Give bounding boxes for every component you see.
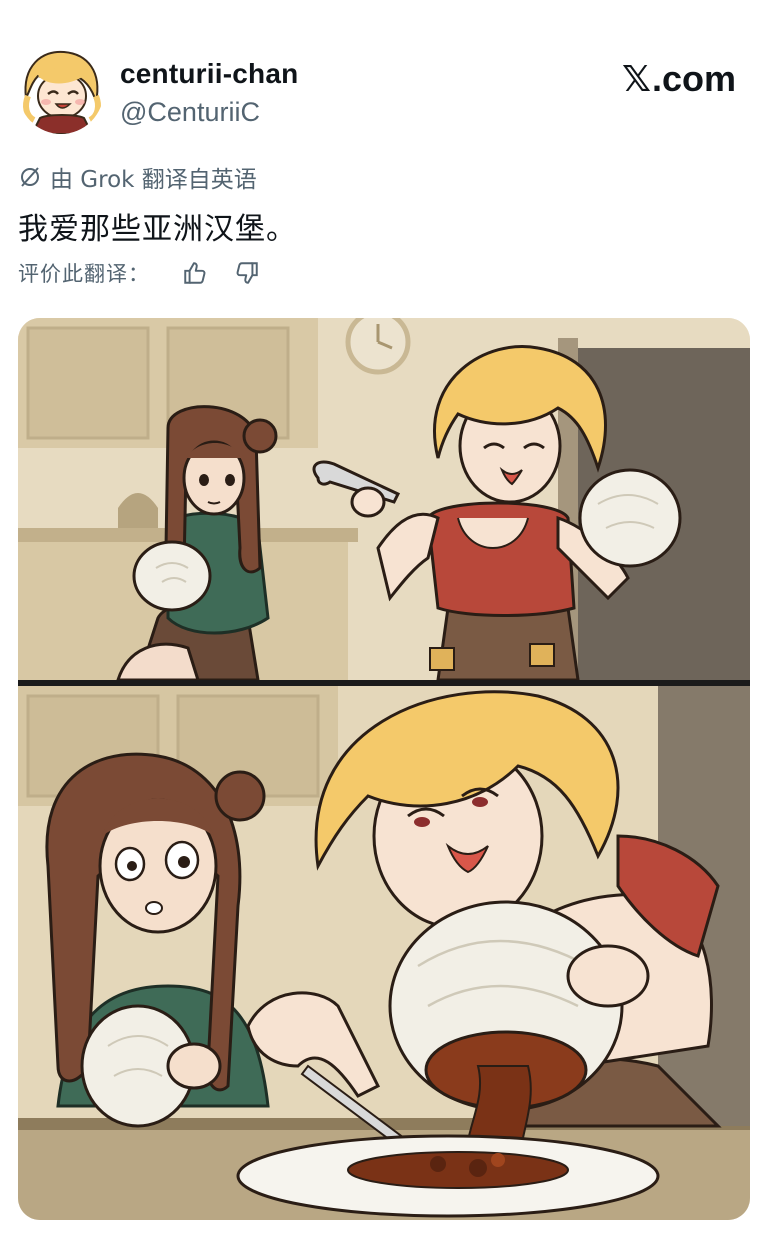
translation-source[interactable]: 由 Grok 翻译自英语 (18, 160, 257, 194)
user-info[interactable]: centurii-chan @CenturiiC (120, 58, 298, 128)
thumbs-down-icon (236, 262, 258, 284)
rate-translation: 评价此翻译： (18, 257, 282, 289)
rate-translation-label: 评价此翻译： (18, 262, 150, 286)
thumbs-up-icon (184, 262, 206, 284)
tweet-media-comic[interactable] (18, 318, 750, 1220)
thumbs-up-button[interactable] (178, 257, 212, 289)
comic-panel-top (18, 318, 750, 680)
translate-icon (21, 167, 39, 187)
brand-domain: .com (651, 58, 736, 99)
brand-logo: 𝕏 .com (622, 58, 736, 100)
user-handle[interactable]: @CenturiiC (120, 96, 298, 128)
tweet-header: centurii-chan @CenturiiC 𝕏 .com (18, 46, 750, 136)
comic-panel-bottom (18, 686, 750, 1220)
translation-source-label: 由 Grok 翻译自英语 (50, 167, 257, 193)
avatar[interactable] (18, 46, 104, 134)
thumbs-down-button[interactable] (230, 257, 264, 289)
x-logo-icon: 𝕏 (621, 59, 651, 100)
tweet-text: 我爱那些亚洲汉堡。 (18, 212, 297, 247)
display-name[interactable]: centurii-chan (120, 58, 298, 90)
